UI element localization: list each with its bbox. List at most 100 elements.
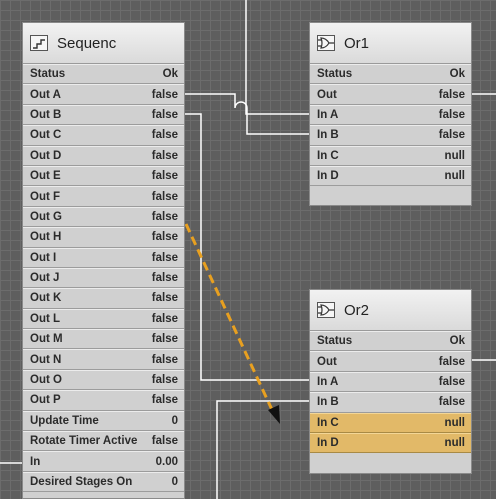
slot-in-d[interactable]: In D null xyxy=(310,165,471,187)
slot-out-m[interactable]: Out M false xyxy=(23,329,184,350)
slot-value: false xyxy=(438,375,465,388)
slot-out[interactable]: Out false xyxy=(310,84,471,105)
slot-name: Out xyxy=(317,355,337,368)
slot-out-i[interactable]: Out I false xyxy=(23,247,184,268)
slot-in-c[interactable]: In C null xyxy=(310,145,471,166)
slot-name: Out N xyxy=(30,353,62,366)
slot-name: Out I xyxy=(30,251,57,264)
slot-in-c-drop-target[interactable]: In C null xyxy=(310,412,471,433)
slot-value: false xyxy=(151,170,178,183)
slot-value: false xyxy=(151,210,178,223)
slot-value: false xyxy=(438,108,465,121)
slot-in[interactable]: In 0.00 xyxy=(23,451,184,472)
slot-out-c[interactable]: Out C false xyxy=(23,125,184,146)
or2-block[interactable]: Or2 Status Ok Out false In A false In B fals… xyxy=(309,289,472,474)
slot-out-p[interactable]: Out P false xyxy=(23,390,184,411)
or1-title: Or1 xyxy=(344,34,370,52)
slot-name: In xyxy=(30,455,41,468)
slot-update-time[interactable]: Update Time 0 xyxy=(23,410,184,432)
slot-out-b[interactable]: Out B false xyxy=(23,104,184,126)
slot-value: false xyxy=(438,129,465,142)
slot-out-e[interactable]: Out E false xyxy=(23,165,184,187)
slot-out-k[interactable]: Out K false xyxy=(23,288,184,309)
slot-name: Out L xyxy=(30,312,61,325)
slot-value: false xyxy=(151,251,178,264)
slot-in-b[interactable]: In B false xyxy=(310,125,471,146)
slot-value: false xyxy=(438,396,465,409)
slot-name: In C xyxy=(317,149,339,162)
slot-in-a[interactable]: In A false xyxy=(310,104,471,126)
sequencer-slot-list: Status Ok Out A false Out B false Out C fals… xyxy=(23,64,184,493)
or1-block[interactable]: Or1 Status Ok Out false In A false In B fals… xyxy=(309,22,472,206)
sequencer-icon xyxy=(30,35,48,51)
wire-outb-to-or2-ina[interactable] xyxy=(185,113,309,381)
slot-value: 0 xyxy=(171,476,178,488)
slot-name: Status xyxy=(30,68,66,81)
slot-out-a[interactable]: Out A false xyxy=(23,84,184,105)
slot-status[interactable]: Status Ok xyxy=(23,64,184,85)
slot-value: false xyxy=(151,190,178,203)
slot-value: false xyxy=(151,353,178,366)
slot-value: 0 xyxy=(171,414,178,427)
slot-in-d-drop-target[interactable]: In D null xyxy=(310,432,471,454)
slot-out-l[interactable]: Out L false xyxy=(23,308,184,330)
sequencer-header[interactable]: Sequenc xyxy=(23,23,184,64)
slot-out-f[interactable]: Out F false xyxy=(23,186,184,207)
slot-value: false xyxy=(438,88,465,101)
slot-name: Update Time xyxy=(30,414,99,427)
slot-out-d[interactable]: Out D false xyxy=(23,145,184,166)
slot-name: In B xyxy=(317,129,339,142)
slot-name: Out A xyxy=(30,88,61,101)
slot-name: Out O xyxy=(30,374,62,387)
wire-top-to-or1-ina[interactable] xyxy=(245,0,309,115)
slot-value: false xyxy=(151,292,178,305)
slot-name: Status xyxy=(317,68,353,81)
sequencer-block[interactable]: Sequenc Status Ok Out A false Out B false O… xyxy=(22,22,185,499)
slot-value: false xyxy=(151,394,178,407)
slot-value: false xyxy=(151,333,178,346)
slot-value: false xyxy=(438,355,465,368)
slot-out-j[interactable]: Out J false xyxy=(23,267,184,289)
slot-name: In A xyxy=(317,108,339,121)
slot-name: In A xyxy=(317,375,339,388)
slot-out-n[interactable]: Out N false xyxy=(23,349,184,370)
wire-bottom-to-or2-inb[interactable] xyxy=(216,400,309,499)
slot-out-h[interactable]: Out H false xyxy=(23,227,184,248)
slot-name: Out H xyxy=(30,231,62,244)
or2-header[interactable]: Or2 xyxy=(310,290,471,331)
slot-name: Out D xyxy=(30,149,62,162)
or-gate-icon xyxy=(317,35,335,51)
slot-in-b[interactable]: In B false xyxy=(310,392,471,413)
slot-out[interactable]: Out false xyxy=(310,351,471,372)
slot-rotate-timer-active[interactable]: Rotate Timer Active false xyxy=(23,431,184,452)
or2-title: Or2 xyxy=(344,301,370,319)
slot-value: null xyxy=(444,437,465,450)
slot-out-o[interactable]: Out O false xyxy=(23,369,184,391)
slot-value: 0.00 xyxy=(155,455,178,468)
or1-slot-list: Status Ok Out false In A false In B false In… xyxy=(310,64,471,187)
slot-value: false xyxy=(151,272,178,285)
sequencer-title: Sequenc xyxy=(57,34,117,52)
slot-name: Out K xyxy=(30,292,62,305)
slot-name: Out J xyxy=(30,272,60,285)
or-gate-icon xyxy=(317,302,335,318)
slot-value: null xyxy=(444,416,465,429)
slot-name: Out E xyxy=(30,170,61,183)
slot-status[interactable]: Status Ok xyxy=(310,331,471,352)
slot-desired-stages-on[interactable]: Desired Stages On 0 xyxy=(23,471,184,493)
slot-value: false xyxy=(151,108,178,121)
slot-value: false xyxy=(151,374,178,387)
slot-value: false xyxy=(151,149,178,162)
slot-status[interactable]: Status Ok xyxy=(310,64,471,85)
or2-slot-list: Status Ok Out false In A false In B false In… xyxy=(310,331,471,454)
slot-name: In B xyxy=(317,396,339,409)
slot-in-a[interactable]: In A false xyxy=(310,371,471,393)
or1-header[interactable]: Or1 xyxy=(310,23,471,64)
slot-value: false xyxy=(151,88,178,101)
slot-value: false xyxy=(151,129,178,142)
slot-value: false xyxy=(151,312,178,325)
slot-value: false xyxy=(151,435,178,448)
slot-name: Rotate Timer Active xyxy=(30,435,138,448)
slot-name: Out C xyxy=(30,129,62,142)
slot-out-g[interactable]: Out G false xyxy=(23,206,184,228)
